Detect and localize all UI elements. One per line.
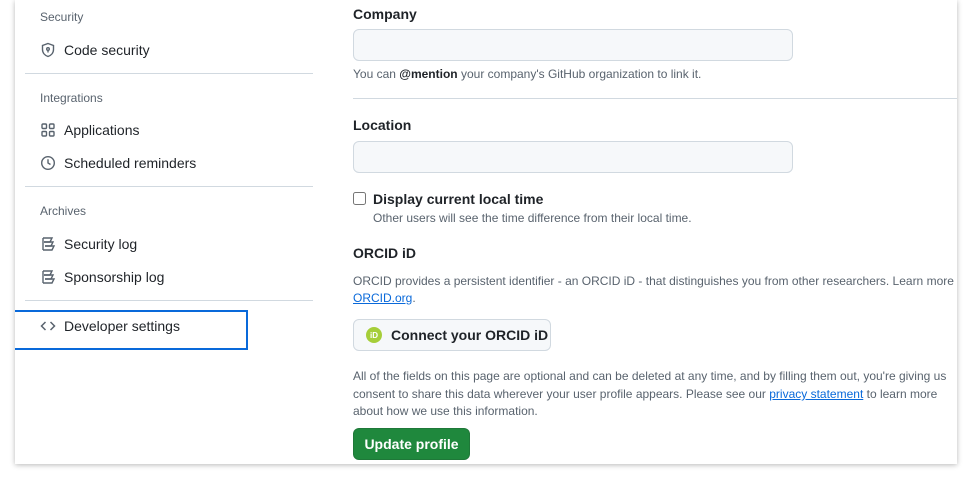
sidebar-divider bbox=[25, 186, 313, 187]
log-icon bbox=[40, 236, 56, 252]
sidebar-divider bbox=[25, 300, 313, 301]
orcid-link[interactable]: ORCID.org bbox=[353, 291, 412, 305]
sidebar-item-label: Security log bbox=[64, 236, 138, 252]
orcid-heading: ORCID iD bbox=[353, 245, 416, 261]
orcid-description: ORCID provides a persistent identifier -… bbox=[353, 274, 957, 288]
privacy-statement-link[interactable]: privacy statement bbox=[769, 387, 863, 401]
sidebar-item-applications[interactable]: Applications bbox=[25, 115, 313, 145]
settings-page: Security Code security Integrations Appl… bbox=[15, 0, 957, 464]
company-note-prefix: You can bbox=[353, 67, 400, 81]
disclaimer-line-3: about how we use this information. bbox=[353, 404, 538, 418]
sidebar-item-sponsorship-log[interactable]: Sponsorship log bbox=[25, 262, 313, 292]
company-note-suffix: your company's GitHub organization to li… bbox=[457, 67, 702, 81]
disclaimer-line-1: All of the fields on this page are optio… bbox=[353, 369, 947, 383]
sidebar-item-code-security[interactable]: Code security bbox=[25, 35, 313, 65]
section-label-security: Security bbox=[40, 10, 84, 24]
section-label-integrations: Integrations bbox=[40, 91, 103, 105]
company-note-mention: @mention bbox=[399, 67, 458, 81]
sidebar-item-scheduled-reminders[interactable]: Scheduled reminders bbox=[25, 148, 313, 178]
connect-orcid-label: Connect your ORCID iD bbox=[391, 327, 549, 343]
disclaimer-line-2: consent to share this data wherever your… bbox=[353, 385, 937, 403]
local-time-checkbox[interactable] bbox=[353, 192, 366, 205]
section-label-archives: Archives bbox=[40, 204, 87, 218]
disclaimer-line-2-suffix: to learn more bbox=[863, 387, 938, 401]
company-note: You can @mention your company's GitHub o… bbox=[353, 65, 701, 83]
disclaimer-line-2-prefix: consent to share this data wherever your… bbox=[353, 387, 770, 401]
connect-orcid-button[interactable]: iD Connect your ORCID iD bbox=[353, 319, 551, 351]
company-label: Company bbox=[353, 6, 417, 22]
highlight-box bbox=[15, 310, 248, 350]
profile-form: Company You can @mention your company's … bbox=[353, 0, 957, 464]
local-time-note: Other users will see the time difference… bbox=[373, 211, 692, 225]
log-icon bbox=[40, 269, 56, 285]
orcid-link-suffix: . bbox=[412, 291, 416, 305]
location-input[interactable] bbox=[353, 141, 793, 173]
sidebar-item-label: Sponsorship log bbox=[64, 269, 165, 285]
sidebar-item-label: Code security bbox=[64, 42, 150, 58]
orcid-logo-icon: iD bbox=[366, 327, 382, 343]
settings-sidebar: Security Code security Integrations Appl… bbox=[15, 0, 313, 464]
sidebar-item-security-log[interactable]: Security log bbox=[25, 229, 313, 259]
update-profile-button[interactable]: Update profile bbox=[353, 428, 470, 460]
clock-icon bbox=[40, 155, 56, 171]
apps-grid-icon bbox=[40, 122, 56, 138]
company-input[interactable] bbox=[353, 29, 793, 61]
local-time-label[interactable]: Display current local time bbox=[373, 191, 543, 207]
sidebar-item-label: Applications bbox=[64, 122, 140, 138]
sidebar-divider bbox=[25, 73, 313, 74]
sidebar-item-label: Scheduled reminders bbox=[64, 155, 197, 171]
shield-icon bbox=[40, 42, 56, 58]
orcid-link-line: ORCID.org. bbox=[353, 289, 416, 307]
location-label: Location bbox=[353, 117, 412, 133]
section-divider bbox=[353, 98, 957, 99]
